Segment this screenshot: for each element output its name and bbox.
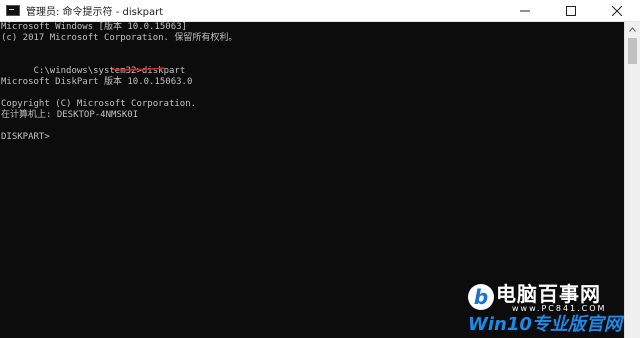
title-bar[interactable]: 管理员: 命令提示符 - diskpart	[0, 0, 640, 22]
minimize-button[interactable]	[502, 0, 548, 22]
console-line: (c) 2017 Microsoft Corporation. 保留所有权利。	[1, 33, 238, 43]
red-underline-annotation	[111, 67, 165, 71]
console-line: Microsoft DiskPart 版本 10.0.15063.0	[1, 77, 193, 87]
close-button[interactable]	[594, 0, 640, 22]
command-line: C:\windows\system32>diskpart	[1, 55, 624, 76]
close-icon	[612, 6, 622, 16]
maximize-button[interactable]	[548, 0, 594, 22]
scroll-up-button[interactable]	[625, 22, 640, 36]
watermark-url: www.PC841.COM	[512, 304, 607, 313]
window-controls	[502, 0, 640, 22]
scrollbar-thumb[interactable]	[628, 38, 637, 64]
minimize-icon	[520, 10, 530, 12]
cmd-icon	[6, 5, 20, 16]
window-title: 管理员: 命令提示符 - diskpart	[26, 7, 164, 18]
command-prompt-window: 管理员: 命令提示符 - diskpart Microsoft Windows …	[0, 0, 640, 338]
console-prompt: DISKPART>	[1, 132, 50, 142]
console-line: Microsoft Windows [版本 10.0.15063]	[1, 22, 187, 32]
console-line: Copyright (C) Microsoft Corporation.	[1, 99, 197, 109]
chevron-up-icon	[629, 26, 636, 32]
maximize-icon	[566, 6, 576, 16]
watermark-title: 电脑百事网	[496, 282, 601, 306]
console-line: 在计算机上: DESKTOP-4NMSK0I	[1, 110, 139, 120]
watermark-subtitle: Win10专业版官网	[468, 314, 622, 335]
watermark-logo: b	[468, 284, 494, 310]
site-watermark: b 电脑百事网 www.PC841.COM Win10专业版官网	[468, 282, 636, 336]
